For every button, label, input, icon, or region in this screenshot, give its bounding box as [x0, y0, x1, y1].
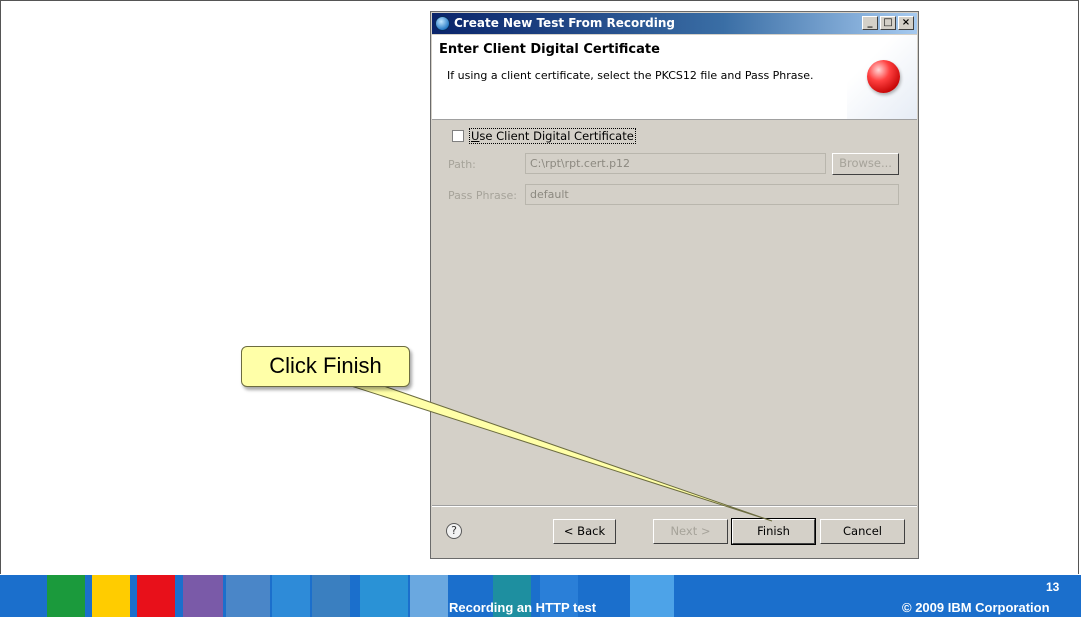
footer-globe-image: [410, 575, 448, 617]
footer-swirl-image: [272, 575, 310, 617]
footer-green-block: [47, 575, 85, 617]
callout-pointer: [344, 383, 773, 522]
copyright: © 2009 IBM Corporation: [902, 600, 1050, 615]
footer-red-block: [137, 575, 175, 617]
footer-subtitle: Recording an HTTP test: [449, 600, 597, 615]
footer-yellow-block: [92, 575, 130, 617]
footer-person-image: [312, 575, 350, 617]
footer-tile-image: [630, 575, 674, 617]
footer-purple-block: [183, 575, 223, 617]
click-finish-callout: Click Finish: [241, 346, 410, 387]
footer-grid-image: [360, 575, 408, 617]
page-number: 13: [1046, 580, 1060, 594]
slide-footer: Recording an HTTP test 13 © 2009 IBM Cor…: [0, 575, 1081, 617]
footer-crane-image: [226, 575, 270, 617]
